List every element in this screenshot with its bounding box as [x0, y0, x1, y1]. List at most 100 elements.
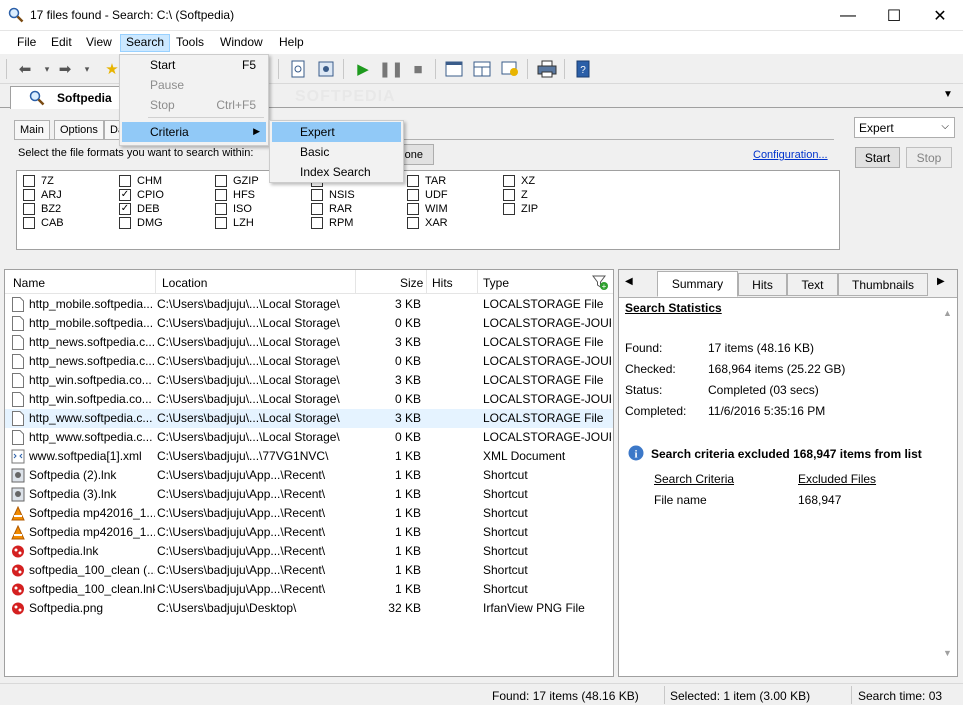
window-icon[interactable]	[443, 58, 465, 80]
menu-window[interactable]: Window	[215, 35, 268, 53]
checkbox[interactable]	[311, 203, 323, 215]
tab-scroll-left-icon[interactable]: ◀	[625, 276, 633, 287]
filter-icon[interactable]: +	[591, 273, 609, 291]
table-row[interactable]: http_mobile.softpedia... C:\Users\badjuju…	[5, 314, 613, 333]
menu-item-stop[interactable]: Stop Ctrl+F5	[122, 95, 266, 115]
checkbox[interactable]	[407, 175, 419, 187]
checkbox[interactable]	[503, 189, 515, 201]
table-row[interactable]: http_mobile.softpedia... C:\Users\badjuju…	[5, 295, 613, 314]
checkbox[interactable]	[215, 189, 227, 201]
help-book-icon[interactable]: ?	[572, 58, 594, 80]
printer-icon[interactable]	[536, 58, 558, 80]
format-checkbox-xar[interactable]: XAR	[407, 216, 448, 230]
tab-hits[interactable]: Hits	[738, 273, 787, 296]
column-location[interactable]: Location	[162, 276, 207, 290]
column-name[interactable]: Name	[13, 276, 45, 290]
start-button[interactable]: Start	[855, 147, 900, 168]
checkbox[interactable]: ✓	[119, 203, 131, 215]
mode-select[interactable]: Expert ⌵	[854, 117, 955, 138]
menu-file[interactable]: File	[12, 35, 41, 53]
format-checkbox-7z[interactable]: 7Z	[23, 174, 54, 188]
format-checkbox-gzip[interactable]: GZIP	[215, 174, 259, 188]
menu-tools[interactable]: Tools	[171, 35, 209, 53]
menu-search[interactable]: Search	[120, 34, 171, 52]
checkbox[interactable]	[23, 217, 35, 229]
format-checkbox-z[interactable]: Z	[503, 188, 528, 202]
column-type[interactable]: Type	[483, 276, 509, 290]
checkbox[interactable]	[407, 189, 419, 201]
layout-icon[interactable]	[471, 58, 493, 80]
table-row[interactable]: http_www.softpedia.c... C:\Users\badjuju\…	[5, 409, 613, 428]
column-size[interactable]: Size	[400, 276, 423, 290]
format-checkbox-iso[interactable]: ISO	[215, 202, 252, 216]
checkbox[interactable]	[311, 189, 323, 201]
summary-scrollbar[interactable]: ▲ ▼	[941, 300, 955, 674]
menu-item-basic[interactable]: Basic	[272, 142, 401, 162]
format-checkbox-xz[interactable]: XZ	[503, 174, 535, 188]
tab-summary[interactable]: Summary	[657, 271, 738, 297]
configuration-link[interactable]: Configuration...	[753, 149, 828, 161]
subtab-options[interactable]: Options	[54, 120, 104, 140]
format-checkbox-dmg[interactable]: DMG	[119, 216, 163, 230]
tab-scroll-right-icon[interactable]: ▶	[937, 276, 945, 287]
tab-text[interactable]: Text	[787, 273, 838, 296]
menu-item-criteria[interactable]: Criteria ▶	[122, 122, 266, 142]
menu-item-expert[interactable]: Expert	[272, 122, 401, 142]
format-checkbox-lzh[interactable]: LZH	[215, 216, 254, 230]
checkbox[interactable]	[23, 203, 35, 215]
table-row[interactable]: http_www.softpedia.c... C:\Users\badjuju\…	[5, 428, 613, 447]
checkbox[interactable]	[215, 217, 227, 229]
stop-button[interactable]: Stop	[906, 147, 952, 168]
format-checkbox-hfs[interactable]: HFS	[215, 188, 255, 202]
table-row[interactable]: Softpedia.png C:\Users\badjuju\Desktop\ 32…	[5, 599, 613, 618]
menu-help[interactable]: Help	[274, 35, 309, 53]
format-checkbox-chm[interactable]: CHM	[119, 174, 162, 188]
scroll-up-icon[interactable]: ▲	[943, 308, 952, 318]
menu-view[interactable]: View	[81, 35, 117, 53]
checkbox[interactable]	[23, 189, 35, 201]
table-row[interactable]: www.softpedia[1].xml C:\Users\badjuju\...…	[5, 447, 613, 466]
tab-softpedia[interactable]: Softpedia	[10, 86, 122, 109]
tab-list-dropdown-icon[interactable]: ▼	[943, 89, 953, 100]
maximize-button[interactable]: ☐	[871, 0, 917, 31]
forward-dropdown-icon[interactable]: ▾	[76, 58, 98, 80]
checkbox[interactable]	[407, 203, 419, 215]
scroll-down-icon[interactable]: ▼	[943, 648, 952, 658]
close-button[interactable]: ✕	[917, 0, 963, 31]
table-row[interactable]: Softpedia mp42016_1... C:\Users\badjuju\A…	[5, 523, 613, 542]
settings-window-icon[interactable]	[499, 58, 521, 80]
menu-item-start[interactable]: Start F5	[122, 55, 266, 75]
checkbox[interactable]	[215, 203, 227, 215]
minimize-button[interactable]: —	[825, 0, 871, 31]
checkbox[interactable]	[503, 203, 515, 215]
stop-icon[interactable]: ■	[407, 58, 429, 80]
table-row[interactable]: Softpedia.lnk C:\Users\badjuju\App...\Rec…	[5, 542, 613, 561]
tab-thumbnails[interactable]: Thumbnails	[838, 273, 928, 296]
format-checkbox-bz2[interactable]: BZ2	[23, 202, 61, 216]
report-icon[interactable]	[287, 58, 309, 80]
format-checkbox-wim[interactable]: WIM	[407, 202, 448, 216]
format-checkbox-zip[interactable]: ZIP	[503, 202, 538, 216]
export-icon[interactable]	[315, 58, 337, 80]
table-row[interactable]: softpedia_100_clean (... C:\Users\badjuju…	[5, 561, 613, 580]
column-hits[interactable]: Hits	[432, 276, 453, 290]
table-row[interactable]: Softpedia (3).lnk C:\Users\badjuju\App...…	[5, 485, 613, 504]
table-row[interactable]: Softpedia (2).lnk C:\Users\badjuju\App...…	[5, 466, 613, 485]
back-arrow-icon[interactable]: ⬅	[14, 58, 36, 80]
format-checkbox-nsis[interactable]: NSIS	[311, 188, 355, 202]
table-row[interactable]: Softpedia mp42016_1... C:\Users\badjuju\A…	[5, 504, 613, 523]
checkbox[interactable]	[119, 175, 131, 187]
checkbox[interactable]	[407, 217, 419, 229]
format-checkbox-rar[interactable]: RAR	[311, 202, 352, 216]
subtab-main[interactable]: Main	[14, 120, 50, 140]
checkbox[interactable]	[23, 175, 35, 187]
checkbox[interactable]	[311, 217, 323, 229]
forward-arrow-icon[interactable]: ➡	[54, 58, 76, 80]
table-row[interactable]: http_win.softpedia.co... C:\Users\badjuju…	[5, 371, 613, 390]
menu-item-pause[interactable]: Pause	[122, 75, 266, 95]
table-row[interactable]: http_news.softpedia.c... C:\Users\badjuju…	[5, 352, 613, 371]
format-checkbox-arj[interactable]: ARJ	[23, 188, 62, 202]
menu-item-index-search[interactable]: Index Search	[272, 162, 401, 182]
format-checkbox-deb[interactable]: ✓ DEB	[119, 202, 160, 216]
table-row[interactable]: softpedia_100_clean.lnk C:\Users\badjuju\…	[5, 580, 613, 599]
